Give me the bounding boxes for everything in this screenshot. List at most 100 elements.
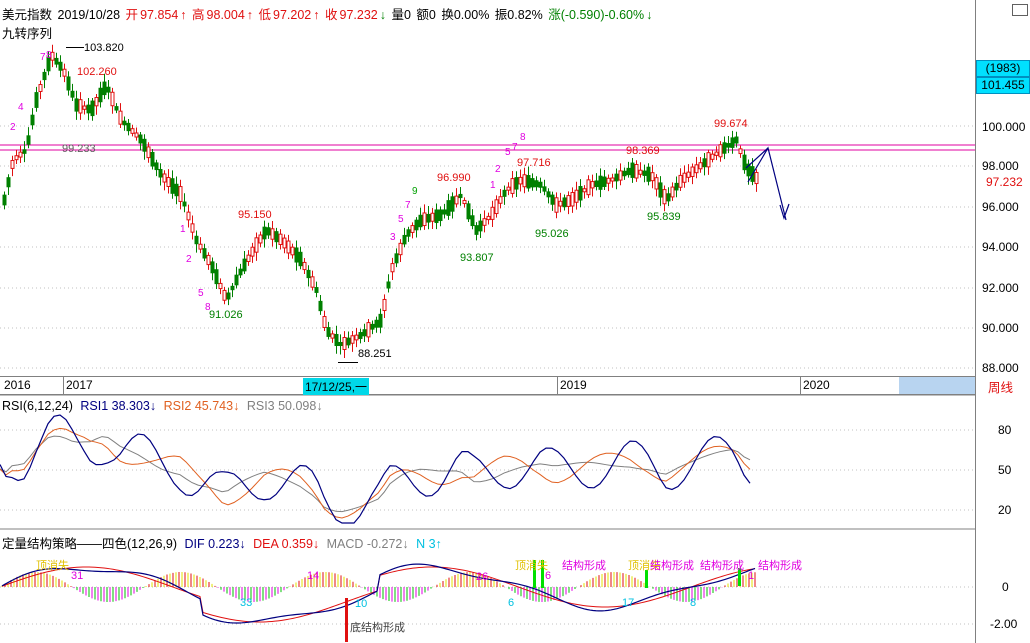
- price-chart[interactable]: 7 842125835795 7821: [0, 0, 975, 376]
- macd-chart[interactable]: [0, 530, 975, 643]
- td-count: 7: [405, 200, 411, 211]
- signal-label: 底结构形成: [350, 622, 405, 634]
- candle: [634, 164, 639, 179]
- candle: [686, 171, 691, 178]
- candle: [478, 220, 483, 232]
- candle: [234, 274, 239, 286]
- signal-count: 6: [508, 597, 515, 609]
- time-label: 2019: [560, 378, 587, 392]
- candle: [350, 335, 355, 344]
- candle: [446, 200, 451, 216]
- candle: [466, 203, 471, 220]
- candle: [314, 287, 319, 293]
- signal-label: 结构形成: [650, 560, 694, 572]
- trough-label: 93.807: [460, 252, 494, 264]
- candle: [570, 192, 575, 207]
- signal-label: 结构形成: [758, 560, 802, 572]
- cursor-count-badge: (1983): [976, 60, 1030, 77]
- cursor-price-badge: 101.455: [976, 77, 1030, 94]
- candle: [342, 336, 347, 351]
- trough-label: 91.026: [209, 309, 243, 321]
- signal-label: 结构形成: [700, 560, 744, 572]
- candle: [366, 322, 371, 338]
- td-count: 5: [198, 288, 204, 299]
- candle: [74, 98, 79, 112]
- candle: [102, 81, 107, 96]
- candle: [266, 227, 271, 236]
- candle: [214, 269, 219, 285]
- candle: [6, 177, 11, 188]
- candle: [438, 209, 443, 222]
- macd-axis-label: -2.00: [990, 617, 1018, 631]
- candle: [390, 263, 395, 273]
- rsi-axis-label: 20: [998, 503, 1012, 517]
- candle: [538, 181, 543, 188]
- candle: [674, 182, 679, 191]
- td-count: 1: [490, 180, 496, 191]
- candle: [430, 212, 435, 222]
- candle: [66, 76, 71, 91]
- td-count: 4: [18, 102, 24, 113]
- candle: [454, 195, 459, 205]
- candle: [54, 57, 59, 65]
- candle: [406, 229, 411, 237]
- td-count: 7: [512, 142, 518, 153]
- candle: [502, 189, 507, 197]
- candle: [326, 327, 331, 337]
- rsi-chart[interactable]: [0, 395, 975, 530]
- candle: [90, 100, 95, 117]
- price-axis-label: 90.000: [982, 321, 1019, 335]
- time-axis[interactable]: 2016 2017 17/12/25,一 2019 2020: [0, 376, 975, 395]
- candle: [458, 193, 463, 199]
- candle: [246, 254, 251, 263]
- candle: [702, 158, 707, 168]
- candle: [194, 235, 199, 245]
- candle: [126, 122, 131, 132]
- candle: [290, 246, 295, 256]
- candle: [310, 276, 315, 288]
- candle: [622, 170, 627, 177]
- candle: [182, 201, 187, 207]
- candle: [286, 240, 291, 254]
- candle: [2, 194, 7, 206]
- period-button[interactable]: 周线: [988, 377, 1013, 396]
- candle: [110, 91, 115, 107]
- signal-count: 17: [622, 597, 635, 609]
- window-icon[interactable]: [1012, 4, 1028, 16]
- candle: [278, 233, 283, 245]
- candle: [614, 173, 619, 182]
- candle: [738, 148, 743, 155]
- candle: [82, 105, 87, 110]
- candle: [86, 104, 91, 114]
- candle: [362, 329, 367, 337]
- price-axis-label: 94.000: [982, 240, 1019, 254]
- candle: [150, 151, 155, 167]
- candle: [646, 166, 651, 182]
- candle: [222, 289, 227, 301]
- candle: [426, 213, 431, 223]
- candle: [618, 170, 623, 181]
- candle: [534, 180, 539, 188]
- td-count: 8: [520, 132, 526, 143]
- candle: [346, 337, 351, 346]
- candle: [722, 142, 727, 154]
- peak-label: 96.990: [437, 172, 471, 184]
- candle: [118, 110, 123, 125]
- candle: [30, 114, 35, 126]
- candle: [586, 179, 591, 196]
- signal-count: 33: [240, 597, 253, 609]
- scroll-thumb[interactable]: [899, 377, 975, 394]
- candle: [470, 215, 475, 227]
- candle: [98, 87, 103, 103]
- candle: [334, 333, 339, 347]
- candle: [554, 197, 559, 213]
- candle: [566, 195, 571, 207]
- peak-label: 95.150: [238, 209, 272, 221]
- candle: [306, 269, 311, 279]
- candle: [302, 261, 307, 271]
- candle: [526, 175, 531, 189]
- candle: [530, 178, 535, 188]
- candle: [218, 282, 223, 290]
- candle: [370, 323, 375, 330]
- macd-axis-label: 0: [1002, 580, 1009, 594]
